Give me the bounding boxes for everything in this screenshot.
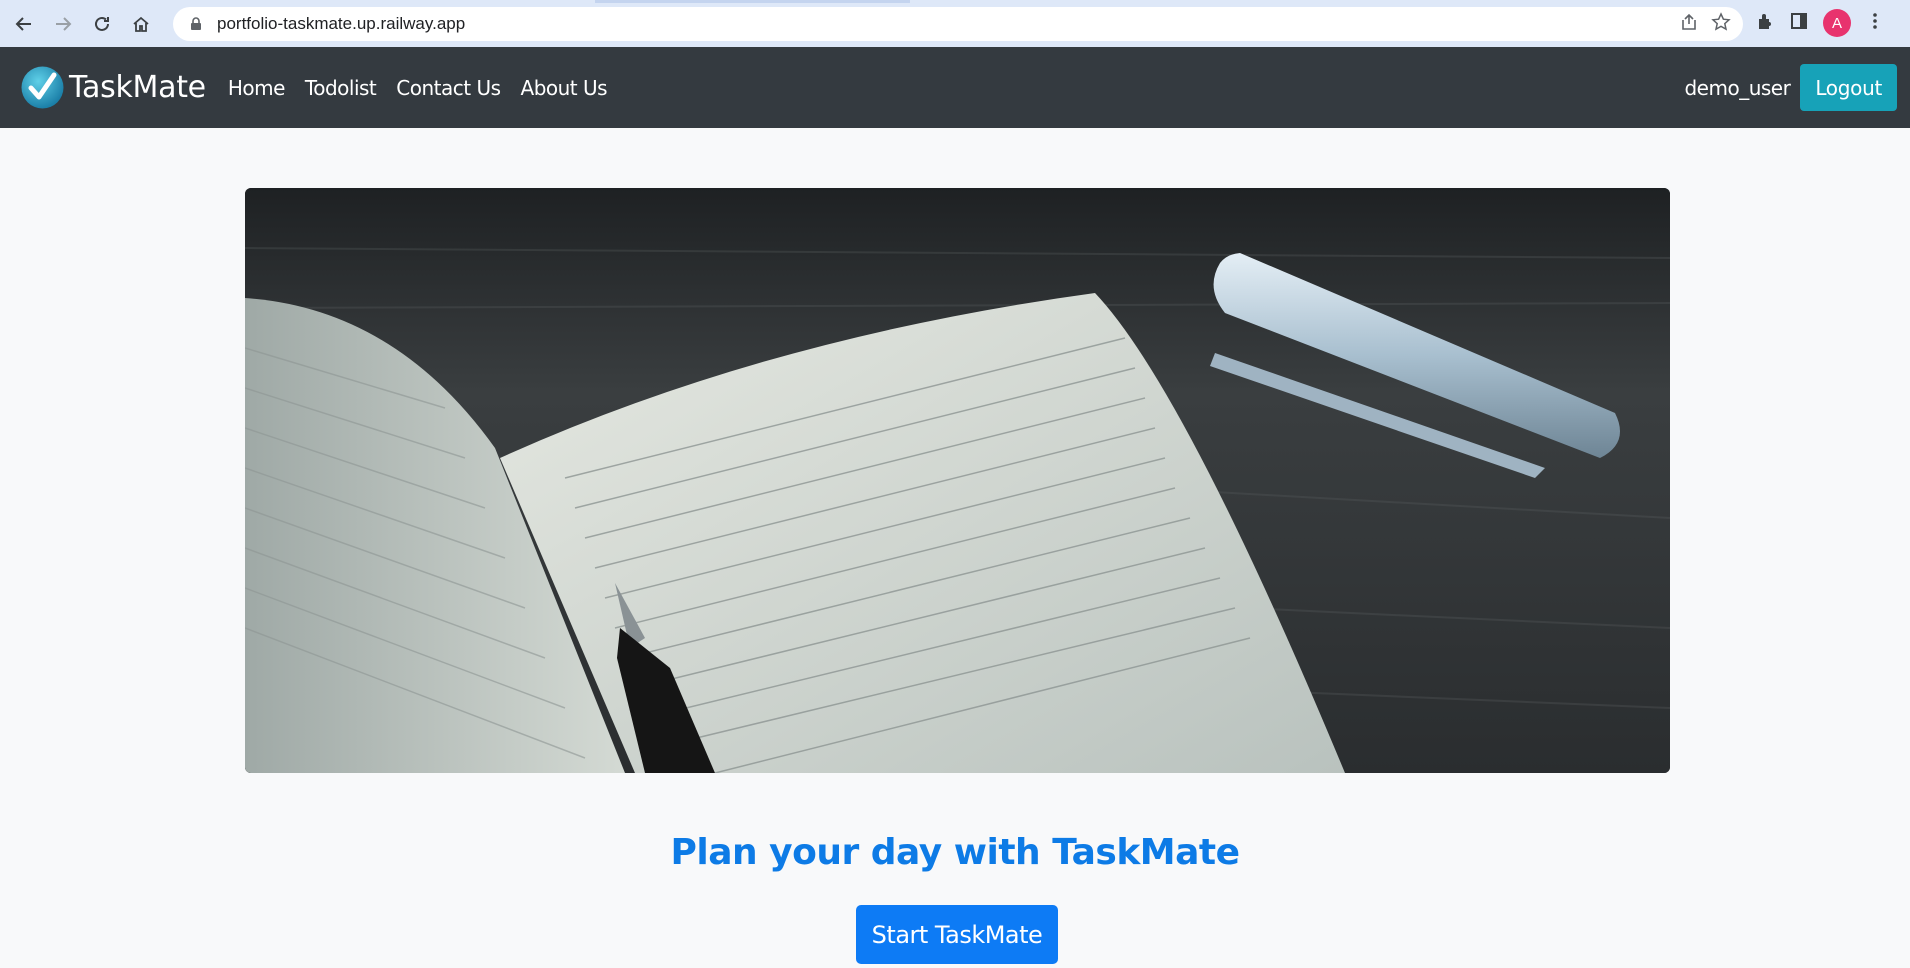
brand[interactable]: TaskMate [20,65,206,110]
start-taskmate-button[interactable]: Start TaskMate [856,905,1058,964]
app-navbar: TaskMate Home Todolist Contact Us About … [0,47,1910,128]
hero-headline: Plan your day with TaskMate [670,832,1240,873]
share-icon[interactable] [1679,12,1699,36]
profile-avatar[interactable]: A [1823,9,1851,37]
nav-todolist[interactable]: Todolist [305,76,377,100]
nav-home[interactable]: Home [228,76,286,100]
more-icon[interactable] [1865,11,1885,35]
side-panel-icon[interactable] [1789,11,1809,35]
extensions-icon[interactable] [1755,11,1775,35]
tab-strip-edge [595,0,910,3]
address-bar[interactable]: portfolio-taskmate.up.railway.app [173,7,1743,41]
hero-image [245,188,1670,773]
forward-icon[interactable] [48,9,78,39]
star-icon[interactable] [1711,12,1731,36]
back-icon[interactable] [9,9,39,39]
browser-toolbar: portfolio-taskmate.up.railway.app A [0,0,1910,47]
checkmark-logo-icon[interactable] [20,65,65,110]
nav-about-us[interactable]: About Us [521,76,608,100]
lock-icon[interactable] [189,17,203,31]
url-text[interactable]: portfolio-taskmate.up.railway.app [217,14,465,34]
brand-name[interactable]: TaskMate [69,70,206,105]
reload-icon[interactable] [87,9,117,39]
username: demo_user [1684,75,1791,100]
logout-button[interactable]: Logout [1800,64,1897,111]
home-icon[interactable] [126,9,156,39]
nav-contact-us[interactable]: Contact Us [396,76,501,100]
